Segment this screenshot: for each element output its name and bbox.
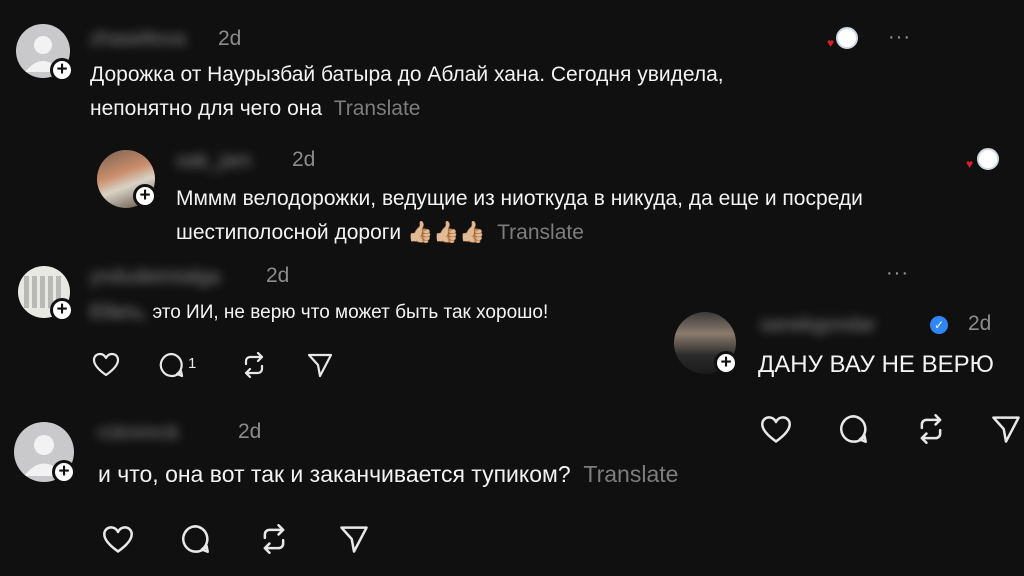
repost-icon[interactable] <box>915 414 947 444</box>
comment-line-2: непонятно для чего она <box>90 97 323 120</box>
username-text[interactable]: sanekgondar <box>760 314 876 336</box>
author-liked-heart-icon: ♥ <box>966 157 974 171</box>
follow-plus-icon[interactable]: + <box>50 58 74 82</box>
comment-icon[interactable] <box>838 414 868 444</box>
share-icon[interactable] <box>990 414 1022 444</box>
username[interactable]: sanekgondar <box>760 314 876 337</box>
username[interactable]: yndudeimtalga <box>90 266 220 289</box>
avatar[interactable]: + <box>16 24 74 82</box>
verified-badge-icon: ✓ <box>930 316 948 334</box>
comment-line-1: это ИИ, не верю что может быть так хорош… <box>152 302 549 323</box>
avatar[interactable]: + <box>18 266 74 322</box>
repost-count: 1 <box>188 355 197 372</box>
author-avatar-badge <box>836 27 858 49</box>
username[interactable]: zhaseltova <box>90 28 186 51</box>
follow-plus-icon[interactable]: + <box>50 298 74 322</box>
timestamp: 2d <box>266 264 290 287</box>
avatar[interactable]: + <box>674 312 738 375</box>
comment-text: Мммм велодорожки, ведущие из ниоткуда в … <box>176 182 1016 250</box>
heart-icon[interactable] <box>102 525 134 555</box>
comment-line-2: шестиполосной дороги <box>176 221 402 244</box>
share-icon[interactable] <box>338 524 370 554</box>
comment-line-1: Дорожка от Наурызбай батыра до Аблай хан… <box>90 63 724 86</box>
author-avatar-badge <box>977 148 999 170</box>
translate-link[interactable]: Translate <box>497 221 584 244</box>
translate-link[interactable]: Translate <box>583 461 678 487</box>
more-icon[interactable]: ··· <box>888 26 911 49</box>
avatar[interactable]: + <box>14 422 76 484</box>
timestamp: 2d <box>218 27 242 50</box>
comment-line-1: и что, она вот так и заканчивается тупик… <box>98 461 571 487</box>
comment-icon[interactable] <box>158 352 184 378</box>
translate-link[interactable]: Translate <box>334 97 421 120</box>
comment-text: ДАНУ ВАУ НЕ ВЕРЮ <box>758 351 994 378</box>
comment-text: Ебать, это ИИ, не верю что может быть та… <box>90 296 548 330</box>
thumbs-up-emoji: 👍🏼👍🏼👍🏼 <box>407 221 486 244</box>
username[interactable]: rcknmrck <box>98 422 179 445</box>
comment-text: Дорожка от Наурызбай батыра до Аблай хан… <box>90 58 850 126</box>
repost-icon[interactable] <box>240 352 268 378</box>
comment-text: и что, она вот так и заканчивается тупик… <box>98 457 678 491</box>
timestamp: 2d <box>292 148 316 171</box>
heart-icon[interactable] <box>760 415 792 445</box>
timestamp: 2d <box>968 312 992 335</box>
timestamp: 2d <box>238 420 262 443</box>
comment-line-1: Мммм велодорожки, ведущие из ниоткуда в … <box>176 187 863 210</box>
avatar[interactable]: + <box>97 150 157 208</box>
follow-plus-icon[interactable]: + <box>52 460 76 484</box>
share-icon[interactable] <box>306 352 334 378</box>
repost-icon[interactable] <box>258 524 290 554</box>
heart-icon[interactable] <box>92 352 120 378</box>
author-liked-heart-icon: ♥ <box>827 36 835 50</box>
username[interactable]: oak_jam <box>176 150 252 173</box>
follow-plus-icon[interactable]: + <box>714 351 738 375</box>
comment-icon[interactable] <box>180 524 210 554</box>
follow-plus-icon[interactable]: + <box>133 184 157 208</box>
blurred-text: Ебать, <box>90 302 148 323</box>
more-icon[interactable]: ··· <box>886 262 909 285</box>
